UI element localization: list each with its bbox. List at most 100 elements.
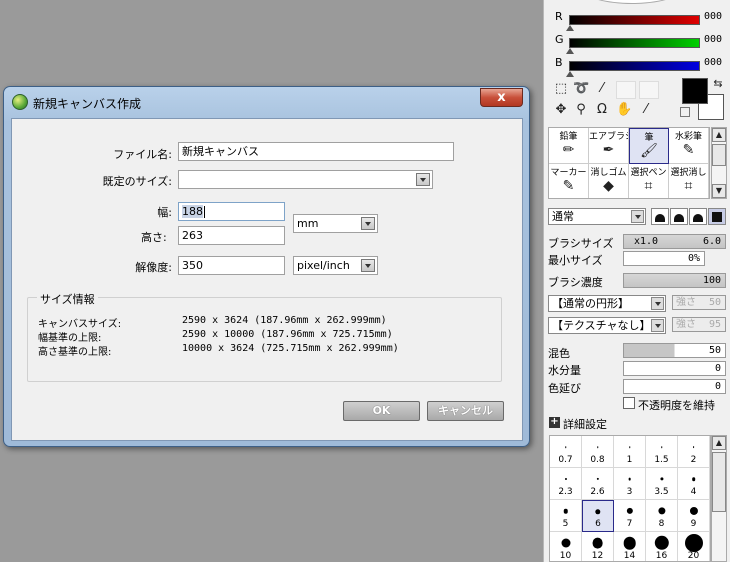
density-slider[interactable]: 100 [623,273,726,288]
swap-colors-icon[interactable]: ⇆ [710,76,726,92]
stretch-field[interactable]: 0 [623,379,726,394]
stretch-label: 色延び [548,382,581,395]
size-info-title: サイズ情報 [37,291,98,307]
lasso-icon[interactable]: ➰ [573,81,589,97]
cancel-button[interactable]: キャンセル [427,401,504,421]
brush-size-preset[interactable]: 0.8 [582,436,614,468]
file-name-input[interactable]: 新規キャンバス [178,142,454,161]
unit-select[interactable]: mm [293,214,378,233]
brush-size-dot-icon [689,506,698,516]
brush-size-preset[interactable]: 1.5 [646,436,678,468]
shape-soft-icon[interactable] [651,208,669,225]
mix-slider[interactable]: 50 [623,343,726,358]
detail-settings-label[interactable]: 詳細設定 [563,416,607,432]
red-value: 000 [704,11,723,22]
blue-value: 000 [704,57,723,68]
scroll-down-icon[interactable]: ▼ [712,184,726,198]
height-label: 高さ: [141,231,167,244]
brush-size-preset[interactable]: 10 [550,532,582,561]
brush-tool-select-erase[interactable]: 選択消し ⌗ [669,164,709,198]
brush-size-slider[interactable]: x1.0 6.0 [623,234,726,249]
scroll-thumb[interactable] [712,144,726,166]
width-limit-value: 2590 x 10000 (187.96mm x 725.715mm) [182,329,393,340]
brush-size-label: 16 [655,551,668,561]
brush-size-preset[interactable]: 3.5 [646,468,678,500]
scroll-thumb[interactable] [712,452,726,512]
zoom-icon[interactable]: ⚲ [573,102,589,118]
keep-opacity-checkbox[interactable] [623,397,635,409]
height-input[interactable]: 263 [178,226,285,245]
eyedropper-icon[interactable]: ⁄ [638,102,654,118]
size-grid-scrollbar[interactable]: ▲ [711,435,727,562]
brush-grid-scrollbar[interactable]: ▲ ▼ [711,127,727,199]
blue-slider-handle[interactable] [566,71,574,77]
shape-medium-icon[interactable] [670,208,688,225]
brush-size-preset[interactable]: 2 [678,436,710,468]
ok-button[interactable]: OK [343,401,420,421]
brush-size-preset[interactable]: 12 [582,532,614,561]
brush-tool-select-pen[interactable]: 選択ペン ⌗ [629,164,669,198]
brush-size-dot-icon [684,534,703,552]
red-slider[interactable] [569,15,700,25]
green-slider[interactable] [569,38,700,48]
brush-size-preset[interactable]: 3 [614,468,646,500]
preset-size-select[interactable] [178,170,433,189]
magic-wand-icon[interactable]: ⁄ [594,81,610,97]
resolution-input[interactable]: 350 [178,256,285,275]
brush-size-preset[interactable]: 20 [678,532,710,561]
texture-select[interactable]: 【テクスチャなし】 [548,317,666,334]
brush-tool-eraser[interactable]: 消しゴム ◆ [589,164,629,198]
brush-tool-brush[interactable]: 筆 🖌 [629,128,669,164]
brush-size-preset[interactable]: 0.7 [550,436,582,468]
move-icon[interactable]: ✥ [553,102,569,118]
close-button[interactable]: x [480,88,523,107]
foreground-color-swatch[interactable] [682,78,708,104]
width-limit-label: 幅基準の上限: [38,333,102,344]
brush-tool-watercolor[interactable]: 水彩筆 ✎ [669,128,709,164]
brush-size-preset[interactable]: 2.3 [550,468,582,500]
brush-size-dot-icon [564,446,567,448]
brush-size-preset[interactable]: 4 [678,468,710,500]
brush-size-label: 7 [626,519,633,529]
brush-size-label: 1.5 [654,455,669,465]
brush-size-dot-icon [564,477,567,481]
brush-size-preset[interactable]: 5 [550,500,582,532]
green-value: 000 [704,34,723,45]
brush-tool-marker[interactable]: マーカー ✎ [549,164,589,198]
brush-size-dot-icon [623,536,636,550]
brush-size-preset[interactable]: 2.6 [582,468,614,500]
hand-icon[interactable]: ✋ [616,102,632,118]
shape-hard-icon[interactable] [689,208,707,225]
width-input[interactable]: 188 [178,202,285,221]
brush-tool-airbrush[interactable]: エアブラシ ✒ [589,128,629,164]
reset-colors-icon[interactable] [680,107,690,117]
brush-size-preset[interactable]: 1 [614,436,646,468]
brush-size-preset[interactable]: 16 [646,532,678,561]
chevron-down-icon [416,173,430,186]
shape-square-icon[interactable] [708,208,726,225]
min-size-field[interactable]: 0% [623,251,705,266]
keep-opacity-label: 不透明度を維持 [638,399,715,412]
brush-tool-pencil[interactable]: 鉛筆 ✏ [549,128,589,164]
select-erase-icon: ⌗ [684,178,693,194]
brush-size-preset[interactable]: 8 [646,500,678,532]
brush-size-preset[interactable]: 7 [614,500,646,532]
blend-mode-select[interactable]: 通常 [548,208,646,225]
blue-slider[interactable] [569,61,700,71]
brush-size-preset[interactable]: 14 [614,532,646,561]
brush-size-preset[interactable]: 9 [678,500,710,532]
scroll-up-icon[interactable]: ▲ [712,436,726,450]
rect-select-icon[interactable]: ⬚ [553,81,569,97]
rotate-icon[interactable]: Ω [594,102,610,118]
resolution-unit-select[interactable]: pixel/inch [293,256,378,275]
color-wheel[interactable] [584,0,680,4]
brush-size-preset[interactable]: 6 [582,500,614,532]
scroll-up-icon[interactable]: ▲ [712,128,726,142]
brush-size-dot-icon [561,538,570,548]
brush-size-label: 20 [687,551,700,561]
brush-size-label: ブラシサイズ [548,237,614,250]
water-field[interactable]: 0 [623,361,726,376]
shape-select[interactable]: 【通常の円形】 [548,295,666,312]
red-slider-row: R 000 [544,6,730,31]
expand-plus-icon[interactable]: + [549,417,560,428]
